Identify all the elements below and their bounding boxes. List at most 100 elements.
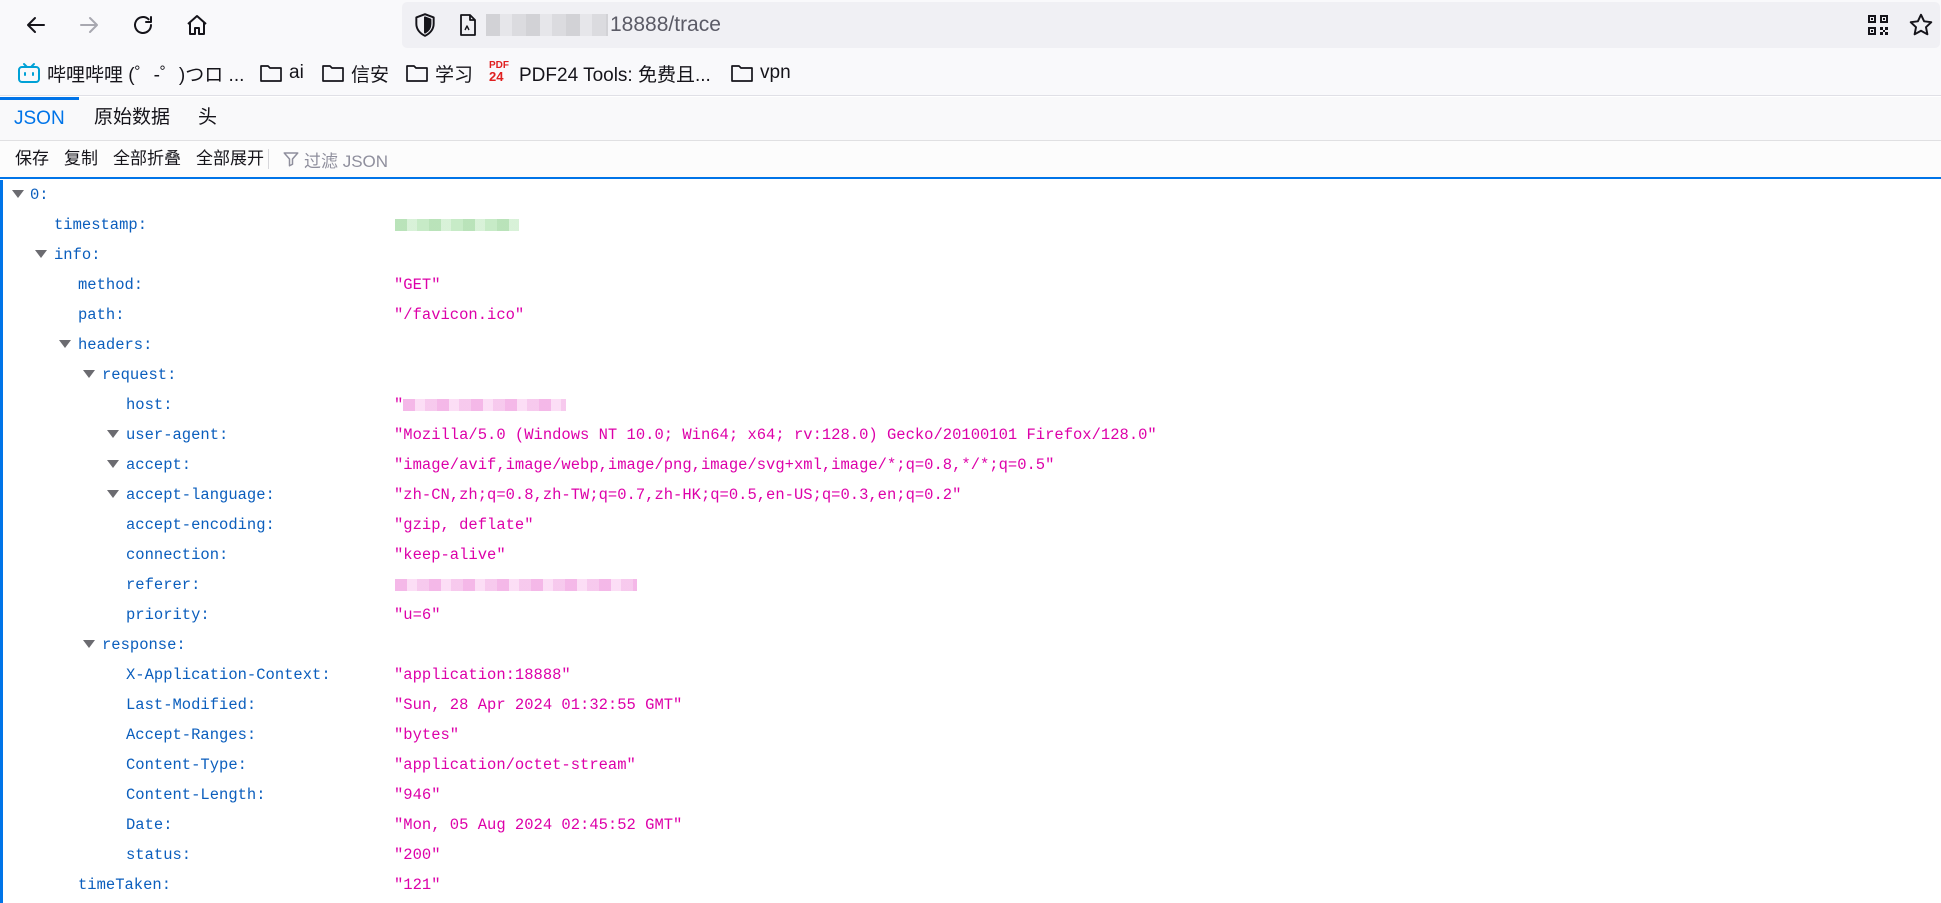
tree-row-accept[interactable]: accept: "image/avif,image/webp,image/png… bbox=[3, 450, 1941, 480]
arrow-right-icon bbox=[80, 17, 98, 33]
tree-row-accept-encoding[interactable]: accept-encoding: "gzip, deflate" bbox=[3, 510, 1941, 540]
json-value: "Mozilla/5.0 (Windows NT 10.0; Win64; x6… bbox=[394, 426, 1157, 444]
tree-row-time-taken[interactable]: timeTaken: "121" bbox=[3, 870, 1941, 900]
forward-button[interactable] bbox=[72, 8, 106, 42]
folder-icon bbox=[260, 65, 282, 82]
tab-headers[interactable]: 头 bbox=[198, 97, 217, 141]
tree-row-index[interactable]: 0: bbox=[3, 180, 1941, 210]
bookmark-label: 哔哩哔哩 (゜-゜)つロ ... bbox=[47, 64, 245, 86]
json-key: connection: bbox=[126, 546, 229, 564]
json-key: accept-language: bbox=[126, 486, 275, 504]
json-toolbar: 保存 复制 全部折叠 全部展开 过滤 JSON bbox=[0, 141, 1941, 179]
json-value: "/favicon.ico" bbox=[394, 306, 525, 324]
bilibili-icon bbox=[18, 63, 40, 83]
collapse-arrow-icon[interactable] bbox=[107, 430, 119, 438]
json-value: "gzip, deflate" bbox=[394, 516, 534, 534]
filter-icon bbox=[283, 152, 299, 167]
address-bar[interactable]: 18888/trace bbox=[402, 2, 1940, 48]
collapse-all-button[interactable]: 全部折叠 bbox=[113, 141, 181, 177]
json-key: host: bbox=[126, 396, 173, 414]
tree-row-headers[interactable]: headers: bbox=[3, 330, 1941, 360]
bookmark-folder-ai[interactable]: ai bbox=[259, 60, 304, 86]
filter-json-input[interactable]: 过滤 JSON bbox=[282, 148, 389, 171]
tree-row-referer[interactable]: referer: bbox=[3, 570, 1941, 600]
json-key: timestamp: bbox=[54, 216, 148, 234]
json-key: timeTaken: bbox=[78, 876, 172, 894]
tree-row-request[interactable]: request: bbox=[3, 360, 1941, 390]
json-key: method: bbox=[78, 276, 144, 294]
tree-row-content-type[interactable]: Content-Type: "application/octet-stream" bbox=[3, 750, 1941, 780]
collapse-arrow-icon[interactable] bbox=[12, 190, 24, 198]
tree-row-method[interactable]: method: "GET" bbox=[3, 270, 1941, 300]
tree-row-status[interactable]: status: "200" bbox=[3, 840, 1941, 870]
json-value: "keep-alive" bbox=[394, 546, 506, 564]
json-value: "121" bbox=[394, 876, 441, 894]
json-viewer-tabs: JSON 原始数据 头 bbox=[0, 97, 1941, 141]
collapse-arrow-icon[interactable] bbox=[107, 490, 119, 498]
page-info-icon[interactable] bbox=[456, 13, 480, 37]
shield-icon[interactable] bbox=[412, 12, 438, 38]
json-key: referer: bbox=[126, 576, 201, 594]
collapse-arrow-icon[interactable] bbox=[83, 640, 95, 648]
json-key: Date: bbox=[126, 816, 173, 834]
reload-button[interactable] bbox=[126, 8, 160, 42]
tree-row-last-modified[interactable]: Last-Modified: "Sun, 28 Apr 2024 01:32:5… bbox=[3, 690, 1941, 720]
json-key: priority: bbox=[126, 606, 210, 624]
json-key: Content-Type: bbox=[126, 756, 247, 774]
tree-row-path[interactable]: path: "/favicon.ico" bbox=[3, 300, 1941, 330]
json-value: "Mon, 05 Aug 2024 02:45:52 GMT" bbox=[394, 816, 683, 834]
folder-icon bbox=[731, 65, 753, 82]
tree-row-response[interactable]: response: bbox=[3, 630, 1941, 660]
json-key: info: bbox=[54, 246, 101, 264]
tree-row-info[interactable]: info: bbox=[3, 240, 1941, 270]
url-text[interactable]: 18888/trace bbox=[610, 13, 721, 37]
bookmark-star-icon[interactable] bbox=[1908, 12, 1934, 38]
tree-row-connection[interactable]: connection: "keep-alive" bbox=[3, 540, 1941, 570]
tree-row-accept-language[interactable]: accept-language: "zh-CN,zh;q=0.8,zh-TW;q… bbox=[3, 480, 1941, 510]
home-button[interactable] bbox=[180, 8, 214, 42]
copy-button[interactable]: 复制 bbox=[64, 141, 98, 177]
tree-row-date[interactable]: Date: "Mon, 05 Aug 2024 02:45:52 GMT" bbox=[3, 810, 1941, 840]
save-button[interactable]: 保存 bbox=[15, 141, 49, 177]
qr-code-icon[interactable] bbox=[1866, 13, 1890, 37]
bookmark-label: PDF24 Tools: 免费且... bbox=[519, 64, 711, 86]
expand-all-button[interactable]: 全部展开 bbox=[196, 141, 264, 177]
json-key: accept-encoding: bbox=[126, 516, 275, 534]
json-value: "bytes" bbox=[394, 726, 460, 744]
json-key: status: bbox=[126, 846, 192, 864]
tree-row-user-agent[interactable]: user-agent: "Mozilla/5.0 (Windows NT 10.… bbox=[3, 420, 1941, 450]
json-key: Last-Modified: bbox=[126, 696, 257, 714]
collapse-arrow-icon[interactable] bbox=[83, 370, 95, 378]
tree-row-priority[interactable]: priority: "u=6" bbox=[3, 600, 1941, 630]
back-button[interactable] bbox=[19, 8, 53, 42]
tree-row-host[interactable]: host: " bbox=[3, 390, 1941, 420]
bookmark-bilibili[interactable]: 哔哩哔哩 (゜-゜)つロ ... bbox=[17, 60, 244, 86]
bookmark-label: 学习 bbox=[435, 64, 474, 86]
toolbar-divider bbox=[268, 149, 269, 169]
json-value: "200" bbox=[394, 846, 441, 864]
json-key: accept: bbox=[126, 456, 192, 474]
url-host-redacted bbox=[486, 14, 608, 36]
bookmark-label: 信安 bbox=[351, 64, 390, 86]
tree-row-timestamp[interactable]: timestamp: bbox=[3, 210, 1941, 240]
bookmark-folder-vpn[interactable]: vpn bbox=[730, 60, 791, 86]
tree-row-x-application-context[interactable]: X-Application-Context: "application:1888… bbox=[3, 660, 1941, 690]
bookmark-label: ai bbox=[289, 62, 304, 83]
collapse-arrow-icon[interactable] bbox=[35, 250, 47, 258]
tree-row-content-length[interactable]: Content-Length: "946" bbox=[3, 780, 1941, 810]
bookmark-folder-xuexi[interactable]: 学习 bbox=[405, 60, 473, 86]
tree-row-accept-ranges[interactable]: Accept-Ranges: "bytes" bbox=[3, 720, 1941, 750]
json-key: path: bbox=[78, 306, 125, 324]
json-value: "image/avif,image/webp,image/png,image/s… bbox=[394, 456, 1055, 474]
bookmark-pdf24[interactable]: PDF 24 PDF24 Tools: 免费且... bbox=[489, 60, 711, 86]
tab-raw-data[interactable]: 原始数据 bbox=[94, 97, 170, 141]
filter-placeholder: 过滤 JSON bbox=[304, 151, 389, 171]
collapse-arrow-icon[interactable] bbox=[59, 340, 71, 348]
pdf24-icon: PDF 24 bbox=[489, 60, 509, 84]
redacted-value bbox=[395, 219, 519, 231]
json-key: headers: bbox=[78, 336, 153, 354]
bookmark-folder-xinan[interactable]: 信安 bbox=[321, 60, 389, 86]
collapse-arrow-icon[interactable] bbox=[107, 460, 119, 468]
json-value: "application/octet-stream" bbox=[394, 756, 636, 774]
tab-json[interactable]: JSON bbox=[0, 97, 79, 141]
